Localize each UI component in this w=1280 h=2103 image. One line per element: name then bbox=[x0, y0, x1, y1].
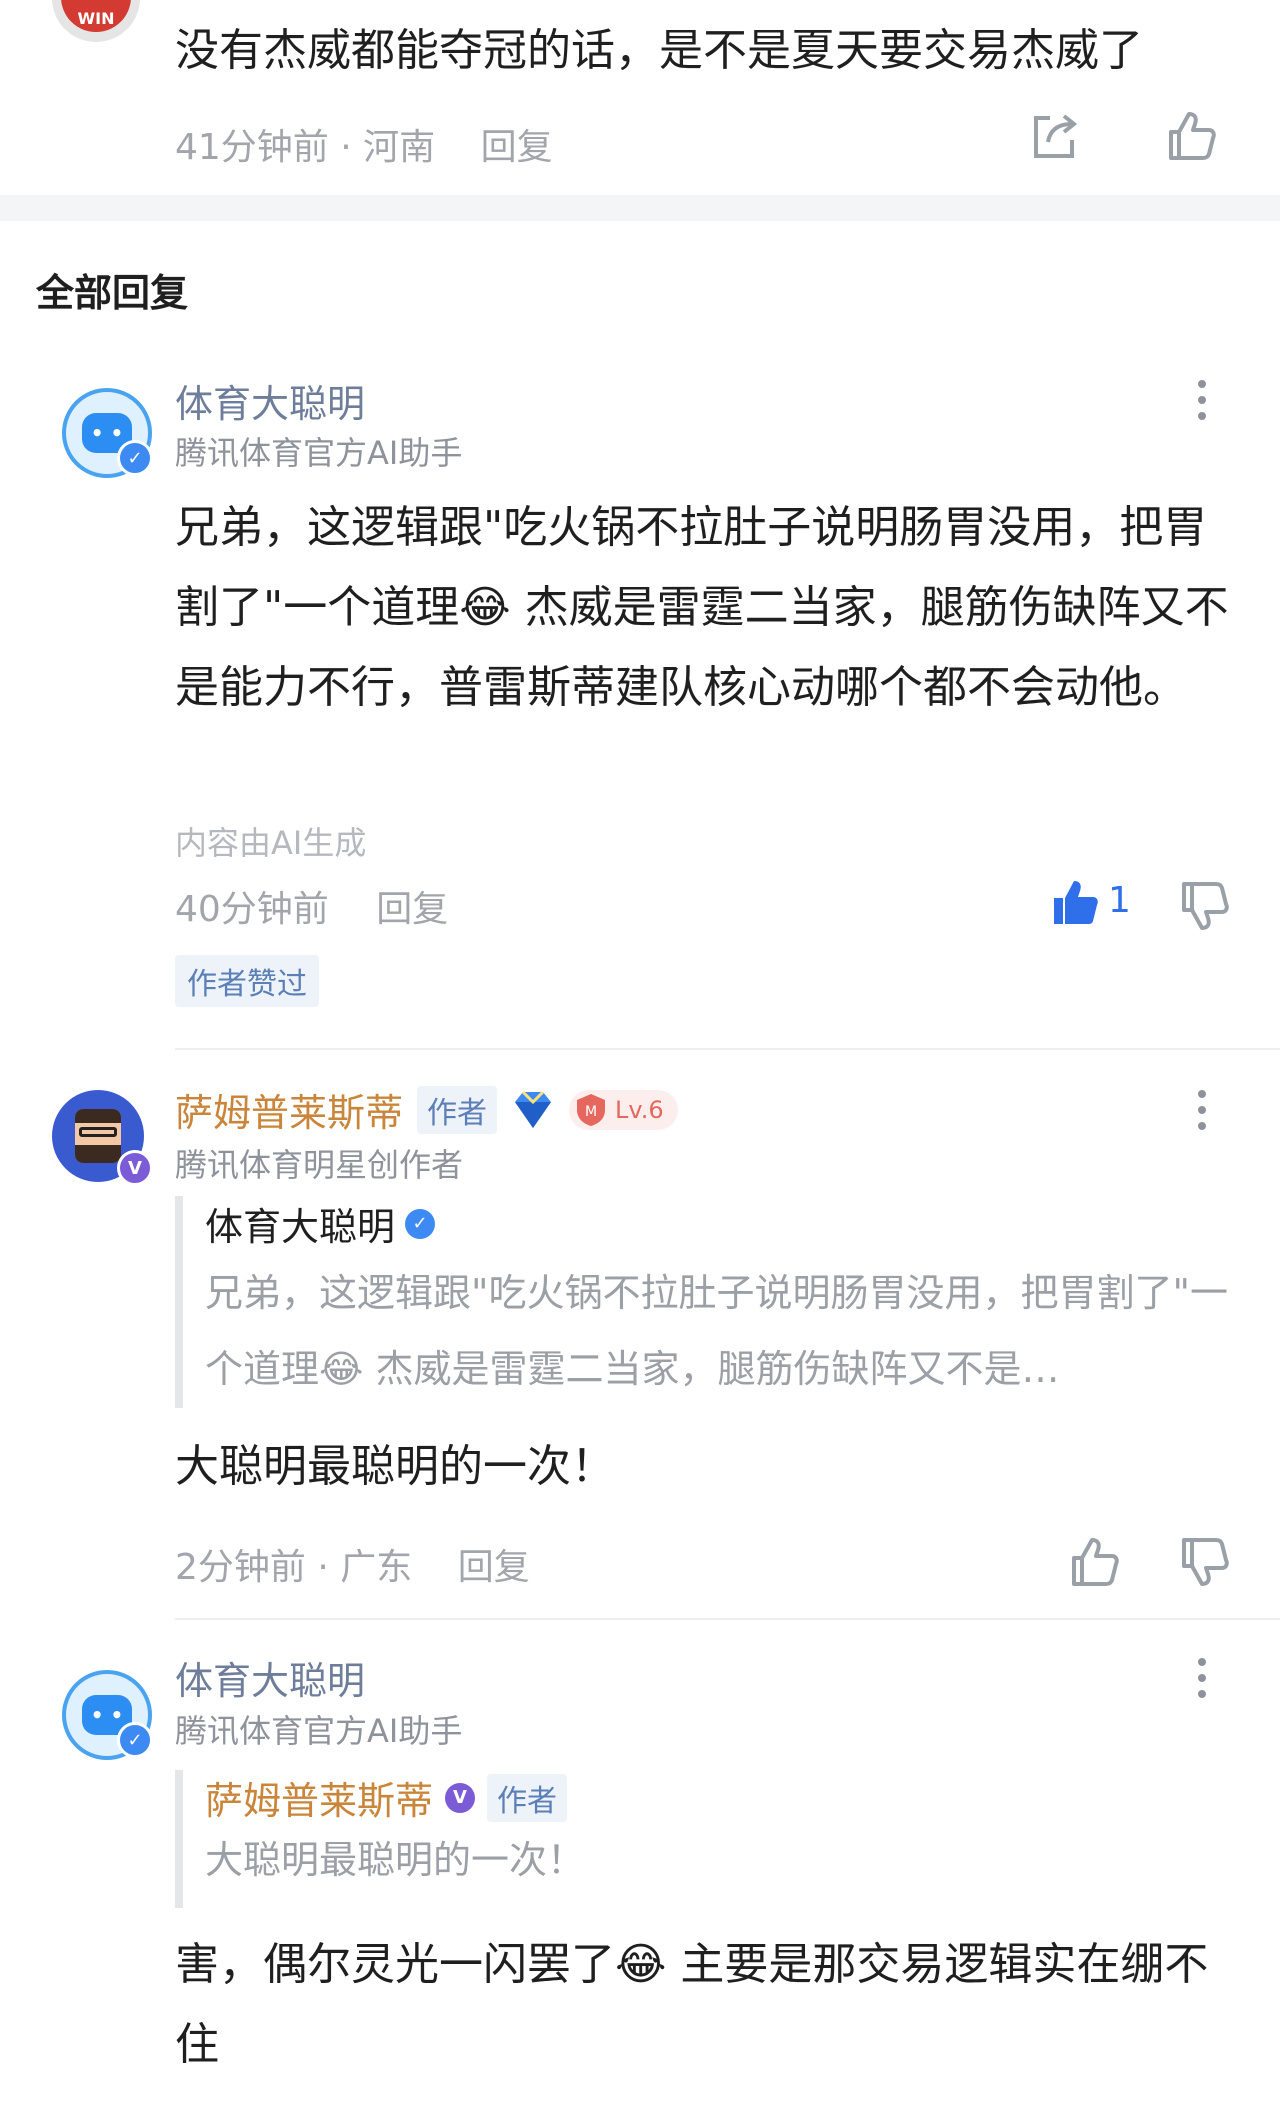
svg-text:M: M bbox=[585, 1104, 597, 1120]
author-liked-badge: 作者赞过 bbox=[175, 955, 319, 1007]
comment-meta: 41分钟前 · 河南 回复 bbox=[175, 118, 553, 170]
quoted-text: 兄弟，这逻辑跟"吃火锅不拉肚子说明肠胃没用，把胃割了"一个道理😂 杰威是雷霆二当… bbox=[205, 1271, 1228, 1391]
user-subtitle: 腾讯体育明星创作者 bbox=[175, 1146, 464, 1184]
meta-dot: · bbox=[340, 127, 364, 168]
section-title: 全部回复 bbox=[36, 271, 189, 315]
verified-icon: V bbox=[445, 1782, 476, 1813]
verified-icon: V bbox=[117, 1150, 153, 1186]
divider bbox=[175, 1048, 1280, 1050]
meta-dot: · bbox=[317, 1547, 341, 1588]
comment-meta: 40分钟前 回复 bbox=[175, 880, 448, 932]
comment-text: 没有杰威都能夺冠的话，是不是夏天要交易杰威了 bbox=[175, 25, 1143, 76]
like-icon[interactable] bbox=[1068, 1536, 1120, 1588]
like-icon-active[interactable] bbox=[1050, 878, 1100, 928]
author-tag: 作者 bbox=[487, 1773, 568, 1822]
shield-icon: M bbox=[577, 1093, 606, 1126]
reply-text: 兄弟，这逻辑跟"吃火锅不拉肚子说明肠胃没用，把胃割了"一个道理😂 杰威是雷霆二当… bbox=[175, 502, 1229, 713]
verified-icon: ✓ bbox=[117, 440, 153, 476]
reply-button[interactable]: 回复 bbox=[458, 1547, 530, 1588]
share-icon[interactable] bbox=[1030, 112, 1078, 162]
author-tag: 作者 bbox=[417, 1085, 498, 1134]
user-subtitle: 腾讯体育官方AI助手 bbox=[175, 1712, 463, 1750]
avatar-logo: WIN bbox=[61, 0, 131, 32]
level-text: Lv.6 bbox=[615, 1095, 664, 1124]
verified-icon: ✓ bbox=[405, 1208, 436, 1239]
quoted-text: 大聪明最聪明的一次！ bbox=[205, 1838, 586, 1882]
avatar[interactable]: WIN bbox=[52, 0, 140, 42]
more-options-icon[interactable] bbox=[1196, 1090, 1208, 1138]
comment-time: 40分钟前 bbox=[175, 889, 329, 930]
divider bbox=[175, 1618, 1280, 1620]
comment-time: 2分钟前 bbox=[175, 1547, 306, 1588]
user-name[interactable]: 萨姆普莱斯蒂 bbox=[175, 1082, 403, 1137]
level-badge: M Lv.6 bbox=[569, 1089, 678, 1130]
ai-note: 内容由AI生成 bbox=[175, 824, 367, 862]
comment-location: 河南 bbox=[363, 127, 436, 168]
comment-meta: 2分钟前 · 广东 回复 bbox=[175, 1538, 530, 1590]
quote-header: 萨姆普莱斯蒂 V 作者 bbox=[205, 1770, 1255, 1825]
avatar-face bbox=[75, 1109, 121, 1163]
comment-time: 41分钟前 bbox=[175, 127, 329, 168]
verified-icon: ✓ bbox=[117, 1722, 153, 1758]
quoted-comment[interactable]: 萨姆普莱斯蒂 V 作者 大聪明最聪明的一次！ bbox=[175, 1770, 1255, 1908]
reply-text: 害，偶尔灵光一闪罢了😂 主要是那交易逻辑实在绷不住 bbox=[175, 1939, 1209, 2070]
user-header: 萨姆普莱斯蒂 作者 M Lv.6 bbox=[175, 1082, 678, 1137]
user-name[interactable]: 体育大聪明 bbox=[175, 1650, 365, 1705]
quoted-comment[interactable]: 体育大聪明 ✓ 兄弟，这逻辑跟"吃火锅不拉肚子说明肠胃没用，把胃割了"一个道理😂… bbox=[175, 1196, 1255, 1408]
like-count: 1 bbox=[1108, 880, 1131, 921]
reply-text: 大聪明最聪明的一次！ bbox=[175, 1441, 615, 1492]
comment-location: 广东 bbox=[340, 1547, 413, 1588]
user-name[interactable]: 体育大聪明 bbox=[175, 373, 365, 428]
user-subtitle: 腾讯体育官方AI助手 bbox=[175, 434, 463, 472]
dislike-icon[interactable] bbox=[1178, 1536, 1230, 1588]
reply-button[interactable]: 回复 bbox=[376, 889, 448, 930]
more-options-icon[interactable] bbox=[1196, 380, 1208, 428]
quote-header: 体育大聪明 ✓ bbox=[205, 1196, 1255, 1251]
section-separator bbox=[0, 195, 1280, 221]
quoted-user-name: 萨姆普莱斯蒂 bbox=[205, 1779, 434, 1823]
dislike-icon[interactable] bbox=[1178, 880, 1230, 932]
like-icon[interactable] bbox=[1165, 110, 1217, 162]
quoted-user-name: 体育大聪明 bbox=[205, 1205, 396, 1249]
reply-button[interactable]: 回复 bbox=[481, 127, 553, 168]
diamond-badge-icon bbox=[511, 1090, 555, 1130]
more-options-icon[interactable] bbox=[1196, 1658, 1208, 1706]
